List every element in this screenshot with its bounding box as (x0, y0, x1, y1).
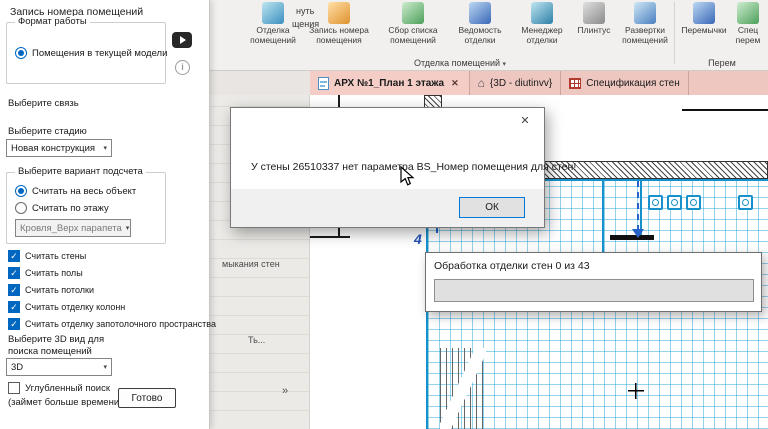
progress-dialog: Обработка отделки стен 0 из 43 (425, 252, 762, 312)
chevron-down-icon: ▾ (125, 225, 130, 232)
checkbox-count-column-finish[interactable]: ✓ Считать отделку колонн (8, 301, 125, 313)
stage-dropdown[interactable]: Новая конструкция ▾ (6, 139, 112, 157)
done-button[interactable]: Готово (118, 388, 176, 408)
palette-row-fragment[interactable]: Ть... (248, 335, 265, 345)
view-tab-bar: АРХ №1_План 1 этажа ✕ ⌂ {3D - diutinvv} … (210, 71, 768, 95)
view-tabs: АРХ №1_План 1 этажа ✕ ⌂ {3D - diutinvv} … (310, 71, 768, 95)
checkbox-icon[interactable]: ✓ (8, 267, 20, 279)
ribbon-button-room-elevations[interactable]: Развертки помещений (616, 0, 674, 46)
ribbon-group-label-finish[interactable]: Отделка помещений ▾ (246, 58, 674, 68)
checkbox-count-above-ceiling[interactable]: ✓ Считать отделку запотолочного простран… (8, 318, 216, 330)
checkbox-icon[interactable]: ✓ (8, 318, 20, 330)
lintels-icon (693, 2, 715, 24)
tab-wall-schedule[interactable]: Спецификация стен (561, 71, 689, 95)
checkbox-count-floors[interactable]: ✓ Считать полы (8, 267, 83, 279)
ok-button[interactable]: ОК (459, 197, 525, 218)
finish-schedule-icon (469, 2, 491, 24)
floor-dropdown: Кровля_Верх парапета ▾ (15, 219, 131, 237)
collect-room-list-icon (402, 2, 424, 24)
checkbox-count-walls[interactable]: ✓ Считать стены (8, 250, 86, 262)
plumbing-fixture (738, 195, 753, 210)
ceiling-cross-mark (628, 383, 644, 399)
ribbon-button-finish-manager[interactable]: Менеджер отделки (512, 0, 572, 46)
checkbox-icon[interactable]: ✓ (8, 301, 20, 313)
plumbing-fixture (648, 195, 663, 210)
stair-symbol (440, 348, 486, 429)
room-finish-icon (262, 2, 284, 24)
ribbon-button-collect-room-list[interactable]: Сбор списка помещений (378, 0, 448, 46)
ribbon-button-lintels[interactable]: Перемычки (678, 0, 730, 46)
format-group-label: Формат работы (15, 16, 90, 27)
mouse-cursor (400, 166, 415, 186)
view3d-label: Выберите 3D вид для поиска помещений (8, 334, 105, 357)
radio-rooms-current-model[interactable]: Помещения в текущей модели (15, 47, 167, 59)
checkbox-deep-search[interactable]: Углубленный поиск (8, 382, 110, 394)
ribbon-button-write-room-number[interactable]: Запись номера помещения (300, 0, 378, 46)
checkbox-icon[interactable] (8, 382, 20, 394)
ribbon-button-finish-schedule[interactable]: Ведомость отделки (448, 0, 512, 46)
dimension-line (682, 109, 768, 111)
checkbox-icon[interactable]: ✓ (8, 250, 20, 262)
home-3d-icon: ⌂ (477, 76, 485, 90)
tab-close-icon[interactable]: ✕ (449, 78, 461, 89)
ribbon-group-label-lintels[interactable]: Перем (678, 58, 766, 68)
ribbon-button-baseboard[interactable]: Плинтус (572, 0, 616, 46)
lintel-spec-icon (737, 2, 759, 24)
radio-count-by-floor[interactable]: Считать по этажу (15, 202, 109, 214)
chevron-down-icon: ▾ (103, 364, 107, 371)
schedule-table-icon (569, 77, 582, 89)
info-icon[interactable]: i (175, 60, 190, 75)
radio-count-whole-object[interactable]: Считать на весь объект (15, 185, 136, 197)
format-groupbox: Формат работы Помещения в текущей модели (6, 16, 167, 84)
progress-label: Обработка отделки стен 0 из 43 (434, 260, 590, 272)
checkbox-icon[interactable]: ✓ (8, 284, 20, 296)
write-room-number-panel: Запись номера помещений Формат работы По… (0, 0, 216, 429)
ribbon-button-lintel-spec[interactable]: Спец перем (730, 0, 766, 46)
progress-bar (434, 279, 754, 302)
ribbon-group-finish: Отделка помещений Запись номера помещени… (246, 0, 674, 46)
palette-row-fragment[interactable]: мыкания стен (222, 259, 280, 269)
checkbox-count-ceilings[interactable]: ✓ Считать потолки (8, 284, 94, 296)
radio-icon[interactable] (15, 185, 27, 197)
stage-label: Выберите стадию (8, 126, 87, 137)
plumbing-fixture (667, 195, 682, 210)
finish-manager-icon (531, 2, 553, 24)
chevron-down-icon: ▾ (103, 145, 107, 152)
section-dash-line (637, 181, 639, 231)
youtube-help-icon[interactable] (172, 32, 192, 48)
baseboard-icon (583, 2, 605, 24)
ribbon: нуть щения Отделка помещений Запись номе… (210, 0, 768, 71)
link-label: Выберите связь (8, 98, 79, 109)
error-dialog: ✕ У стены 26510337 нет параметра BS_Номе… (230, 107, 576, 228)
wall-line (310, 236, 350, 238)
deep-search-note: (займет больше времени) (8, 397, 123, 408)
count-groupbox: Выберите вариант подсчета Считать на вес… (6, 166, 166, 244)
dialog-footer: ОК (231, 189, 544, 227)
view3d-dropdown[interactable]: 3D ▾ (6, 358, 112, 376)
palette-scroll-indicator[interactable]: » (282, 385, 288, 397)
section-arrow-icon (632, 229, 644, 238)
tab-3d-view[interactable]: ⌂ {3D - diutinvv} (470, 71, 562, 95)
ribbon-button-room-finish[interactable]: Отделка помещений (246, 0, 300, 46)
room-elevations-icon (634, 2, 656, 24)
count-group-label: Выберите вариант подсчета (15, 166, 146, 177)
ribbon-separator (674, 2, 675, 64)
dialog-close-icon[interactable]: ✕ (506, 108, 544, 132)
plan-view-icon (318, 76, 329, 90)
grid-bubble-number: 4 (414, 231, 422, 247)
plumbing-fixture (686, 195, 701, 210)
ribbon-group-lintels: Перемычки Спец перем (678, 0, 766, 46)
radio-icon[interactable] (15, 202, 27, 214)
write-room-number-icon (328, 2, 350, 24)
tab-plan-1[interactable]: АРХ №1_План 1 этажа ✕ (310, 71, 470, 95)
group-dropdown-arrow-icon: ▾ (502, 61, 507, 68)
radio-icon[interactable] (15, 47, 27, 59)
